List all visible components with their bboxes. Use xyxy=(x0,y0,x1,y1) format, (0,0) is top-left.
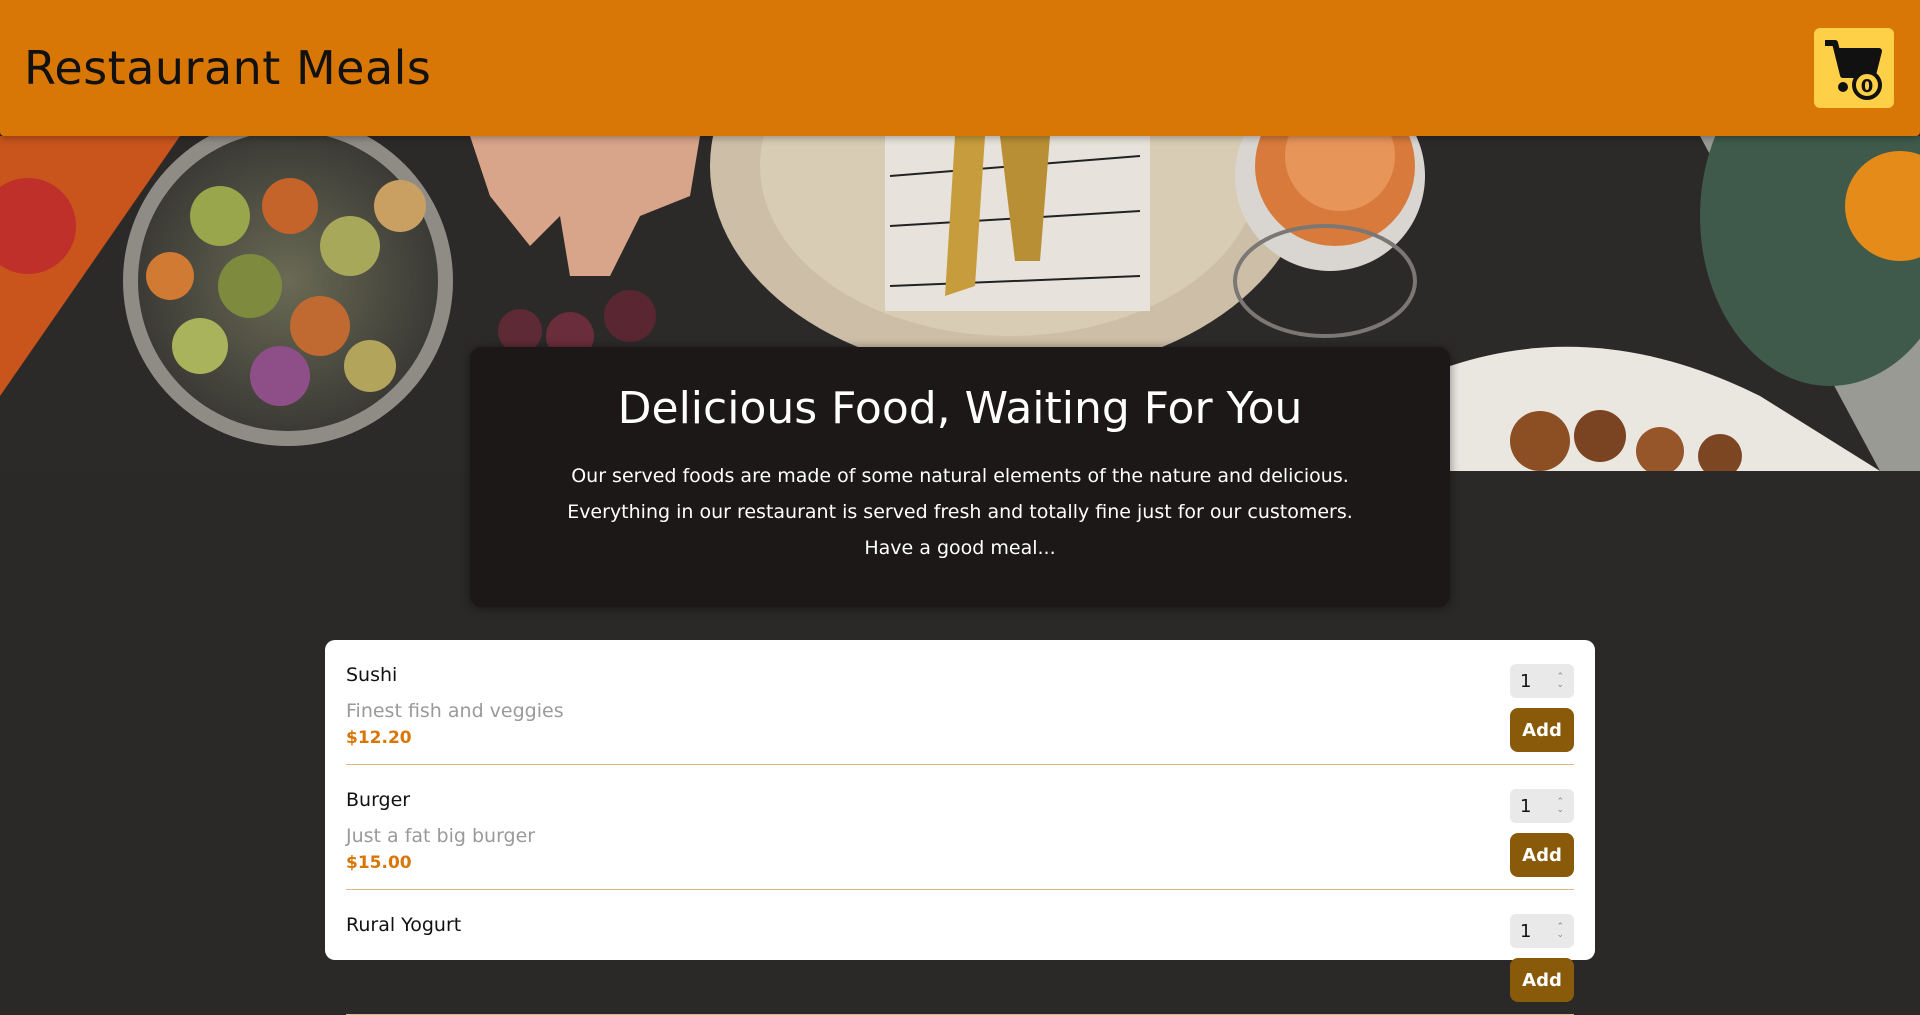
meal-name: Sushi xyxy=(346,664,398,686)
quantity-value: 1 xyxy=(1520,795,1532,817)
meal-price: $15.00 xyxy=(346,853,412,873)
summary-line-2: Everything in our restaurant is served f… xyxy=(567,501,1353,523)
meal-name: Rural Yogurt xyxy=(346,914,462,936)
meal-description: Finest fish and veggies xyxy=(346,700,564,722)
meal-info: Burger Just a fat big burger $15.00 xyxy=(346,789,535,889)
quantity-stepper[interactable]: 1 ⌃ ⌄ xyxy=(1510,914,1574,948)
list-item: Burger Just a fat big burger $15.00 1 ⌃ ⌄… xyxy=(346,765,1574,890)
add-button[interactable]: Add xyxy=(1510,958,1574,1002)
list-item: Sushi Finest fish and veggies $12.20 1 ⌃… xyxy=(346,640,1574,765)
app-header: Restaurant Meals 0 xyxy=(0,0,1920,136)
shopping-cart-icon: 0 xyxy=(1825,40,1882,100)
cart-button[interactable]: 0 xyxy=(1814,28,1894,108)
meal-price: $12.20 xyxy=(346,728,412,748)
summary-card: Delicious Food, Waiting For You Our serv… xyxy=(470,347,1450,607)
meal-info: Sushi Finest fish and veggies $12.20 xyxy=(346,664,564,764)
meals-list: Sushi Finest fish and veggies $12.20 1 ⌃… xyxy=(325,640,1595,1015)
quantity-value: 1 xyxy=(1520,670,1532,692)
meal-form: 1 ⌃ ⌄ Add xyxy=(1510,664,1574,764)
stepper-arrows-icon[interactable]: ⌃ ⌄ xyxy=(1556,798,1564,815)
cart-count: 0 xyxy=(1861,76,1874,97)
meal-name: Burger xyxy=(346,789,411,811)
summary-line-3: Have a good meal... xyxy=(864,537,1056,559)
quantity-stepper[interactable]: 1 ⌃ ⌄ xyxy=(1510,789,1574,823)
summary-heading: Delicious Food, Waiting For You xyxy=(617,383,1303,434)
add-button[interactable]: Add xyxy=(1510,833,1574,877)
meal-form: 1 ⌃ ⌄ Add xyxy=(1510,914,1574,1014)
stepper-arrows-icon[interactable]: ⌃ ⌄ xyxy=(1556,923,1564,940)
app-title: Restaurant Meals xyxy=(24,41,432,95)
meal-form: 1 ⌃ ⌄ Add xyxy=(1510,789,1574,889)
add-button[interactable]: Add xyxy=(1510,708,1574,752)
meal-info: Rural Yogurt xyxy=(346,914,461,1014)
quantity-value: 1 xyxy=(1520,920,1532,942)
list-item: Rural Yogurt 1 ⌃ ⌄ Add xyxy=(346,890,1574,1015)
stepper-arrows-icon[interactable]: ⌃ ⌄ xyxy=(1556,673,1564,690)
summary-line-1: Our served foods are made of some natura… xyxy=(571,465,1349,487)
meal-description: Just a fat big burger xyxy=(346,825,536,847)
quantity-stepper[interactable]: 1 ⌃ ⌄ xyxy=(1510,664,1574,698)
